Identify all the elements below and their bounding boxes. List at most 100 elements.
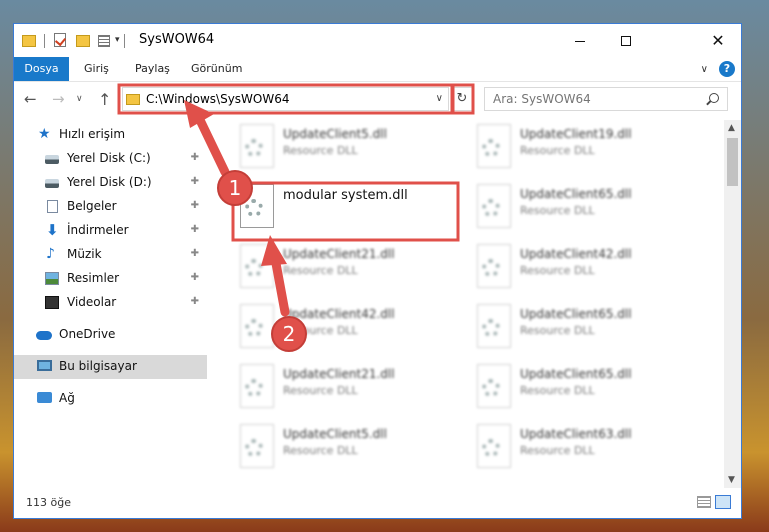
item-count: 113 öğe: [26, 496, 71, 509]
back-button[interactable]: ←: [24, 90, 37, 108]
quick-access-dropdown-icon[interactable]: ▾: [115, 35, 120, 51]
step-2-badge: 2: [271, 316, 307, 352]
tab-view[interactable]: Görünüm: [191, 57, 242, 81]
file-type: Resource DLL: [520, 324, 595, 337]
dll-file-icon: [240, 424, 274, 468]
pin-icon[interactable]: ✚: [191, 224, 199, 235]
pin-icon[interactable]: ✚: [191, 176, 199, 187]
sidebar-item-label: Resimler: [67, 271, 120, 285]
vertical-scrollbar[interactable]: ▲ ▼: [724, 120, 741, 488]
file-tile[interactable]: UpdateClient42.dll Resource DLL: [447, 242, 675, 296]
gear-icon: [482, 319, 500, 337]
sidebar-item-label: Hızlı erişim: [59, 127, 126, 141]
sidebar-item-local-disk-d[interactable]: Yerel Disk (D:) ✚: [14, 171, 207, 195]
sidebar-item-downloads[interactable]: ⬇ İndirmeler ✚: [14, 219, 207, 243]
gear-icon: [482, 199, 500, 217]
sidebar-item-label: Müzik: [67, 247, 102, 261]
file-name: UpdateClient42.dll: [520, 247, 632, 261]
address-dropdown-icon[interactable]: ∨: [436, 93, 443, 104]
file-tile[interactable]: UpdateClient5.dll Resource DLL: [210, 422, 438, 476]
sidebar-item-pictures[interactable]: Resimler ✚: [14, 267, 207, 291]
download-icon: ⬇: [46, 221, 59, 239]
gear-icon: [482, 139, 500, 157]
sidebar-item-label: Ağ: [59, 391, 75, 405]
explorer-window: ▾ SysWOW64 ✕ Dosya Giriş Paylaş Görünüm …: [13, 23, 742, 519]
file-tile[interactable]: UpdateClient63.dll Resource DLL: [447, 422, 675, 476]
pin-icon[interactable]: ✚: [191, 296, 199, 307]
pin-icon[interactable]: ✚: [191, 248, 199, 259]
file-tile[interactable]: UpdateClient65.dll Resource DLL: [447, 302, 675, 356]
sidebar-item-music[interactable]: ♪ Müzik ✚: [14, 243, 207, 267]
file-name: UpdateClient5.dll: [283, 427, 387, 441]
file-type: Resource DLL: [520, 444, 595, 457]
sidebar-item-documents[interactable]: Belgeler ✚: [14, 195, 207, 219]
file-name: UpdateClient19.dll: [520, 127, 632, 141]
file-tile[interactable]: UpdateClient19.dll Resource DLL: [447, 122, 675, 176]
gear-icon: [482, 439, 500, 457]
pin-icon[interactable]: ✚: [191, 272, 199, 283]
forward-button[interactable]: →: [52, 90, 65, 108]
status-bar: 113 öğe: [14, 488, 741, 518]
pin-icon[interactable]: ✚: [191, 200, 199, 211]
search-input[interactable]: [485, 88, 703, 110]
help-icon[interactable]: ?: [719, 61, 735, 77]
scroll-down-icon[interactable]: ▼: [728, 475, 735, 485]
folder-icon[interactable]: [22, 35, 36, 47]
search-icon[interactable]: [709, 93, 719, 103]
navigation-bar: ← → ∨ ↑ C:\Windows\SysWOW64 ∨ ↻: [14, 82, 741, 116]
sidebar-item-local-disk-c[interactable]: Yerel Disk (C:) ✚: [14, 147, 207, 171]
ribbon-expand-icon[interactable]: ∨: [701, 64, 708, 75]
sidebar-item-network[interactable]: Ağ: [14, 387, 207, 411]
new-folder-icon[interactable]: [76, 35, 90, 47]
file-tile[interactable]: UpdateClient65.dll Resource DLL: [447, 362, 675, 416]
close-button[interactable]: ✕: [695, 24, 741, 57]
address-path[interactable]: C:\Windows\SysWOW64: [146, 92, 290, 106]
sidebar-item-quick-access[interactable]: ★ Hızlı erişim: [14, 123, 207, 147]
divider: [44, 34, 45, 48]
file-tile[interactable]: UpdateClient42.dll Resource DLL: [210, 302, 438, 356]
file-name: UpdateClient21.dll: [283, 367, 395, 381]
scroll-up-icon[interactable]: ▲: [728, 123, 735, 133]
details-view-icon[interactable]: [697, 496, 711, 508]
dll-file-icon: [240, 244, 274, 288]
scroll-thumb[interactable]: [727, 138, 738, 186]
file-tile[interactable]: UpdateClient21.dll Resource DLL: [210, 362, 438, 416]
sidebar-item-label: Belgeler: [67, 199, 117, 213]
tiles-view-icon[interactable]: [715, 495, 731, 509]
sidebar-item-videos[interactable]: Videolar ✚: [14, 291, 207, 315]
video-icon: [45, 296, 59, 309]
tab-share[interactable]: Paylaş: [135, 57, 170, 81]
gear-icon: [245, 379, 263, 397]
search-box[interactable]: [484, 87, 728, 111]
navigation-pane: ★ Hızlı erişim Yerel Disk (C:) ✚ Yerel D…: [14, 120, 209, 488]
gear-icon: [245, 319, 263, 337]
tab-file[interactable]: Dosya: [14, 57, 69, 81]
file-tile[interactable]: UpdateClient21.dll Resource DLL: [210, 242, 438, 296]
maximize-button[interactable]: [603, 24, 649, 57]
gear-icon: [245, 439, 263, 457]
file-name: UpdateClient5.dll: [283, 127, 387, 141]
sidebar-item-this-pc[interactable]: Bu bilgisayar: [14, 355, 207, 379]
properties-icon[interactable]: [98, 35, 110, 47]
up-button[interactable]: ↑: [98, 90, 111, 109]
refresh-button[interactable]: ↻: [451, 87, 473, 111]
file-name: UpdateClient21.dll: [283, 247, 395, 261]
minimize-icon: [575, 41, 585, 42]
dll-file-icon: [477, 124, 511, 168]
file-type: Resource DLL: [520, 144, 595, 157]
dll-file-icon: [477, 304, 511, 348]
pin-icon[interactable]: ✚: [191, 152, 199, 163]
file-type: Resource DLL: [283, 444, 358, 457]
document-icon: [47, 200, 58, 213]
sidebar-item-label: İndirmeler: [67, 223, 129, 237]
tab-home[interactable]: Giriş: [84, 57, 109, 81]
minimize-button[interactable]: [557, 24, 603, 57]
file-list: UpdateClient5.dll Resource DLL modular s…: [210, 120, 724, 488]
file-type: Resource DLL: [520, 384, 595, 397]
sidebar-item-onedrive[interactable]: OneDrive: [14, 323, 207, 347]
properties-check-icon[interactable]: [54, 33, 66, 47]
address-bar[interactable]: C:\Windows\SysWOW64 ∨: [122, 87, 449, 111]
file-tile[interactable]: UpdateClient5.dll Resource DLL: [210, 122, 438, 176]
file-tile[interactable]: UpdateClient65.dll Resource DLL: [447, 182, 675, 236]
recent-locations-icon[interactable]: ∨: [76, 94, 83, 104]
